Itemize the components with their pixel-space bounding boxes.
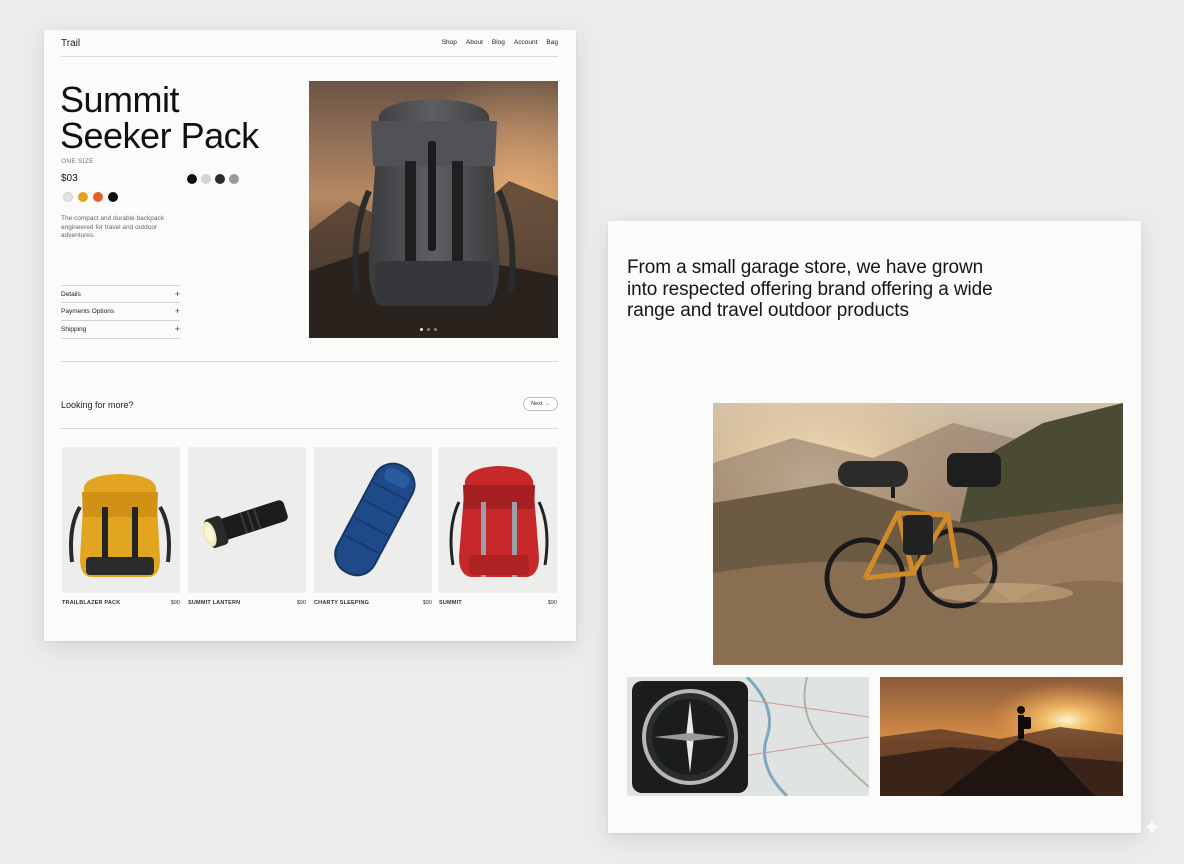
color-swatches-alt	[187, 174, 239, 184]
compass-map-image[interactable]	[627, 677, 869, 796]
product-image-summit[interactable]	[439, 447, 557, 593]
bikepacking-image[interactable]	[713, 403, 1123, 665]
product-card[interactable]: SUMMIT LANTERN $90	[188, 447, 306, 606]
accordion-details-label: Details	[61, 291, 81, 298]
product-title: Summit Seeker Pack	[60, 82, 259, 154]
plus-icon[interactable]: +	[175, 306, 180, 316]
arrow-right-icon: →	[544, 401, 550, 407]
nav-account[interactable]: Account	[514, 39, 538, 46]
swatch-gray[interactable]	[229, 174, 239, 184]
product-price: $90	[547, 600, 557, 606]
accordion-shipping-label: Shipping	[61, 326, 87, 333]
carousel-dot[interactable]	[420, 328, 423, 331]
carousel-dots	[420, 328, 437, 331]
nav-about[interactable]: About	[466, 39, 483, 46]
section-divider	[61, 361, 558, 362]
compass-photo	[627, 677, 869, 796]
brand-logo[interactable]: Trail	[61, 38, 80, 49]
product-description: The compact and durable backpack enginee…	[61, 215, 164, 239]
product-image-lantern[interactable]	[188, 447, 306, 593]
product-title-line-2: Seeker Pack	[60, 115, 259, 156]
related-heading: Looking for more?	[61, 400, 134, 410]
section-divider	[61, 428, 558, 429]
carousel-dot[interactable]	[427, 328, 430, 331]
brand-story-text: From a small garage store, we have grown…	[627, 257, 993, 321]
product-name[interactable]: CHARTY SLEEPING	[314, 600, 369, 606]
flashlight-photo	[202, 500, 288, 548]
bike-photo	[713, 403, 1123, 665]
product-title-line-1: Summit	[60, 79, 180, 120]
nav-shop[interactable]: Shop	[442, 39, 457, 46]
product-price: $90	[422, 600, 432, 606]
product-card[interactable]: SUMMIT $90	[439, 447, 557, 606]
product-image-sleeping-bag[interactable]	[314, 447, 432, 593]
plus-icon[interactable]: +	[175, 289, 180, 299]
product-hero-image[interactable]	[309, 81, 558, 338]
carousel-dot[interactable]	[434, 328, 437, 331]
size-label: ONE SIZE	[61, 158, 94, 165]
color-swatches	[63, 192, 118, 202]
product-name[interactable]: SUMMIT	[439, 600, 462, 606]
plus-icon[interactable]: +	[175, 324, 180, 334]
about-story-card: From a small garage store, we have grown…	[608, 221, 1141, 833]
swatch-black-alt[interactable]	[187, 174, 197, 184]
accordion-details[interactable]: Details +	[61, 285, 180, 303]
swatch-silver[interactable]	[201, 174, 211, 184]
next-button[interactable]: Next →	[523, 397, 558, 411]
top-nav: Shop About Blog Account Bag	[442, 39, 558, 46]
sparkle-icon	[1144, 819, 1160, 835]
sleeping-bag-photo	[334, 462, 416, 577]
nav-blog[interactable]: Blog	[492, 39, 505, 46]
product-name[interactable]: SUMMIT LANTERN	[188, 600, 240, 606]
product-price: $90	[296, 600, 306, 606]
product-page-card: Trail Shop About Blog Account Bag Summit…	[44, 30, 576, 641]
product-name[interactable]: TRAILBLAZER PACK	[62, 600, 120, 606]
yellow-backpack-photo	[69, 474, 171, 577]
product-price: $90	[170, 600, 180, 606]
accordion-payments[interactable]: Payments Options +	[61, 302, 180, 320]
product-image-trailblazer[interactable]	[62, 447, 180, 593]
swatch-light-gray[interactable]	[63, 192, 73, 202]
red-backpack-photo	[449, 466, 549, 577]
swatch-charcoal[interactable]	[215, 174, 225, 184]
backpack-photo	[309, 81, 558, 338]
hiker-photo	[880, 677, 1123, 796]
accordion-payments-label: Payments Options	[61, 308, 115, 315]
swatch-orange[interactable]	[93, 192, 103, 202]
nav-bag[interactable]: Bag	[546, 39, 558, 46]
accordion-shipping[interactable]: Shipping +	[61, 320, 180, 339]
swatch-yellow[interactable]	[78, 192, 88, 202]
next-button-label: Next	[531, 401, 543, 407]
product-card[interactable]: TRAILBLAZER PACK $90	[62, 447, 180, 606]
product-price: $03	[61, 173, 78, 184]
product-card[interactable]: CHARTY SLEEPING $90	[314, 447, 432, 606]
sunset-hiker-image[interactable]	[880, 677, 1123, 796]
header-divider	[61, 56, 558, 57]
swatch-black[interactable]	[108, 192, 118, 202]
